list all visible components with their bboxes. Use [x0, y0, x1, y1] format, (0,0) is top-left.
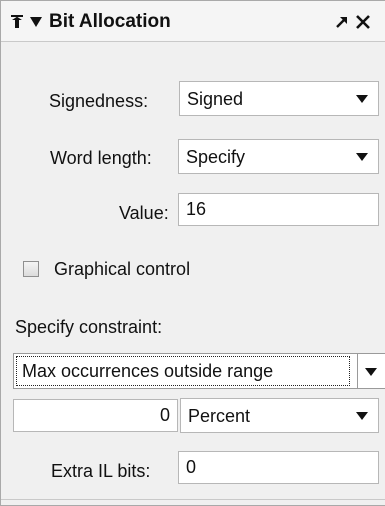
panel-title-actions	[336, 11, 370, 33]
pin-icon[interactable]	[11, 15, 23, 29]
signedness-value: Signed	[187, 89, 244, 109]
constraint-dropdown-divider	[357, 354, 358, 388]
graphical-control-label: Graphical control	[54, 259, 191, 279]
panel-title-group: Bit Allocation	[11, 11, 171, 33]
graphical-control-checkbox[interactable]	[23, 261, 39, 277]
close-icon[interactable]	[356, 15, 370, 29]
collapse-triangle-icon[interactable]	[30, 17, 42, 27]
specify-constraint-label: Specify constraint:	[15, 317, 163, 337]
undock-arrow-icon[interactable]	[336, 16, 348, 28]
word-length-value: Specify	[186, 147, 246, 167]
extra-il-bits-input[interactable]: 0	[178, 451, 379, 484]
panel-title: Bit Allocation	[49, 11, 171, 32]
chevron-down-icon	[365, 368, 377, 376]
extra-il-bits-label: Extra IL bits:	[51, 461, 151, 481]
chevron-down-icon	[356, 412, 368, 420]
panel-bottom-divider	[1, 499, 385, 500]
bit-allocation-panel: Bit Allocation Signedness: Signed Word l…	[0, 0, 385, 506]
chevron-down-icon	[356, 95, 368, 103]
constraint-value: Max occurrences outside range	[22, 361, 274, 381]
panel-titlebar: Bit Allocation	[1, 1, 385, 42]
constraint-focus-outline: Max occurrences outside range	[16, 356, 350, 386]
word-length-dropdown[interactable]: Specify	[178, 139, 379, 174]
chevron-down-icon	[356, 153, 368, 161]
occurrences-unit-value: Percent	[188, 406, 251, 426]
occurrences-amount-input[interactable]: 0	[13, 399, 178, 432]
value-input[interactable]: 16	[178, 193, 379, 226]
value-label: Value:	[119, 203, 169, 223]
occurrences-unit-dropdown[interactable]: Percent	[180, 398, 379, 433]
occurrences-amount-value: 0	[159, 405, 170, 425]
signedness-dropdown[interactable]: Signed	[179, 81, 379, 116]
constraint-dropdown[interactable]: Max occurrences outside range	[13, 353, 385, 389]
signedness-label: Signedness:	[49, 91, 149, 111]
word-length-label: Word length:	[50, 148, 152, 168]
